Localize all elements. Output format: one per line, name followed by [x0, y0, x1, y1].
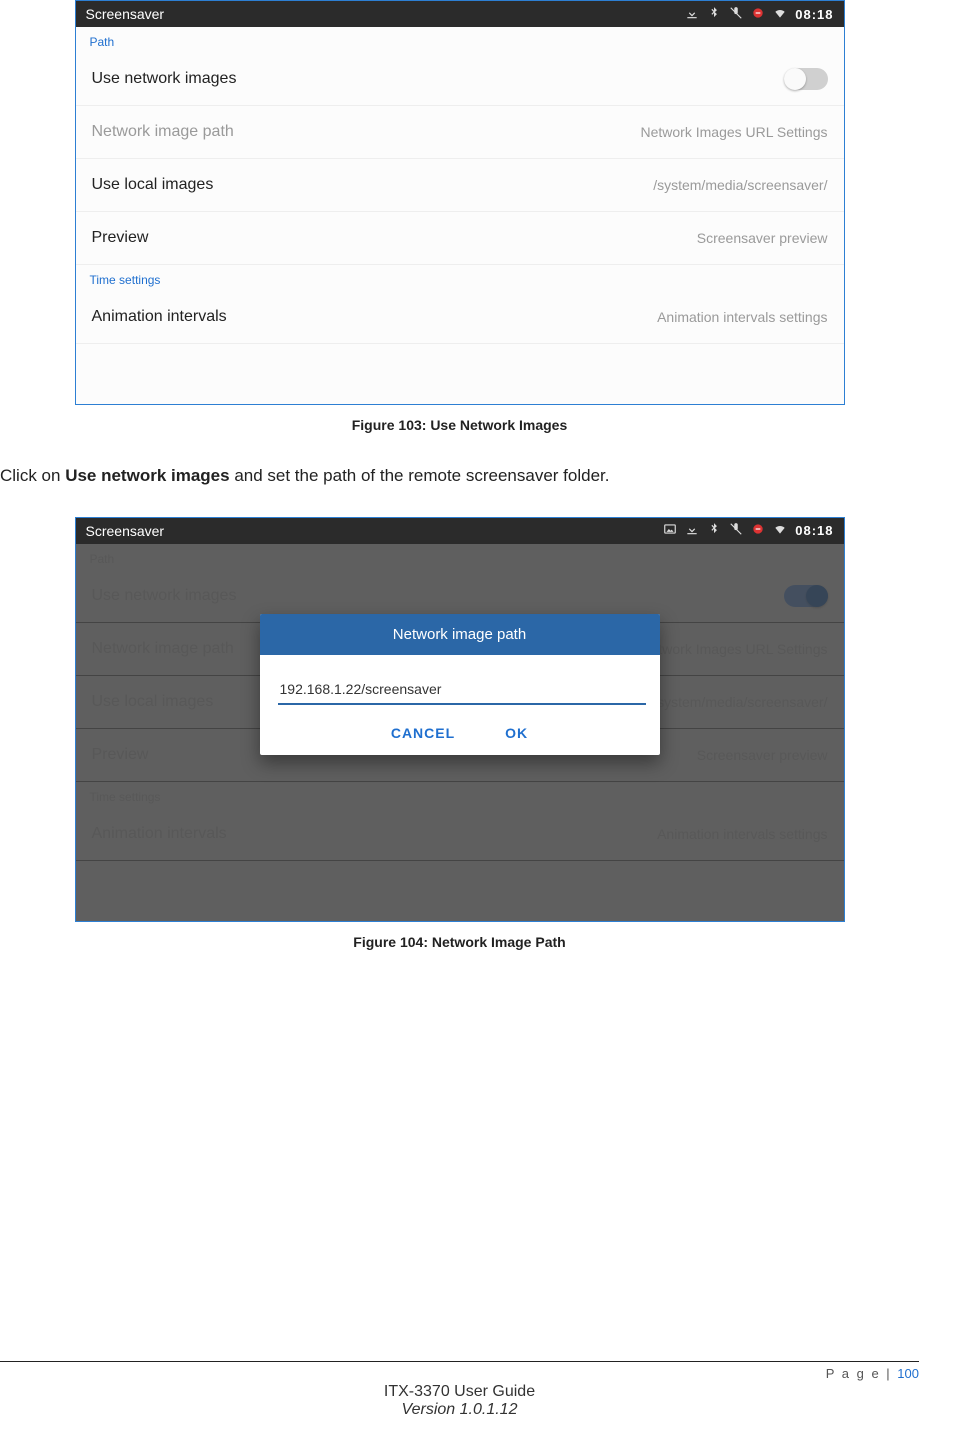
- row-value: /system/media/screensaver/: [653, 177, 827, 193]
- section-header-path: Path: [76, 27, 844, 53]
- row-use-local-images[interactable]: Use local images /system/media/screensav…: [76, 159, 844, 212]
- screenshot-use-network-images: Screensaver 08:18 Path Use network image…: [75, 0, 845, 405]
- ok-button[interactable]: OK: [505, 725, 528, 741]
- mic-mute-icon: [729, 522, 743, 539]
- clock-text: 08:18: [795, 523, 833, 538]
- row-preview[interactable]: Preview Screensaver preview: [76, 212, 844, 265]
- row-value: Animation intervals settings: [657, 309, 827, 325]
- wifi-icon: [773, 522, 787, 539]
- dialog-network-image-path: Network image path CANCEL OK: [260, 614, 660, 755]
- bluetooth-icon: [707, 522, 721, 539]
- footer-doc-title: ITX-3370 User Guide: [0, 1383, 919, 1401]
- footer-page-number: P a g e | 100: [0, 1366, 919, 1381]
- do-not-disturb-icon: [751, 522, 765, 539]
- instruction-text: Click on Use network images and set the …: [0, 463, 919, 489]
- row-value: Network Images URL Settings: [641, 124, 828, 140]
- dialog-title: Network image path: [260, 614, 660, 655]
- clock-text: 08:18: [795, 7, 833, 22]
- page-footer: P a g e | 100 ITX-3370 User Guide Versio…: [0, 1361, 919, 1419]
- figure-caption-104: Figure 104: Network Image Path: [75, 934, 845, 950]
- row-network-image-path[interactable]: Network image path Network Images URL Se…: [76, 106, 844, 159]
- section-header-time: Time settings: [76, 265, 844, 291]
- screen-title: Screensaver: [86, 6, 165, 22]
- footer-doc-version: Version 1.0.1.12: [0, 1401, 919, 1419]
- row-label: Animation intervals: [92, 308, 227, 326]
- row-label: Use network images: [92, 70, 237, 88]
- row-label: Network image path: [92, 123, 234, 141]
- android-status-bar: Screensaver 08:18: [76, 518, 844, 544]
- mic-mute-icon: [729, 6, 743, 23]
- row-use-network-images[interactable]: Use network images: [76, 53, 844, 106]
- row-value: Screensaver preview: [697, 230, 828, 246]
- row-label: Preview: [92, 229, 149, 247]
- row-label: Use local images: [92, 176, 214, 194]
- wifi-icon: [773, 6, 787, 23]
- android-status-bar: Screensaver 08:18: [76, 1, 844, 27]
- figure-caption-103: Figure 103: Use Network Images: [75, 417, 845, 433]
- row-animation-intervals[interactable]: Animation intervals Animation intervals …: [76, 291, 844, 344]
- screenshot-network-image-path: Screensaver 08:18 Path Use network image…: [75, 517, 845, 922]
- do-not-disturb-icon: [751, 6, 765, 23]
- download-icon: [685, 522, 699, 539]
- network-path-input[interactable]: [278, 677, 646, 705]
- footer-rule: [0, 1361, 919, 1362]
- download-icon: [685, 6, 699, 23]
- image-icon: [663, 522, 677, 539]
- toggle-use-network-images[interactable]: [784, 68, 828, 90]
- screen-title: Screensaver: [86, 523, 165, 539]
- bluetooth-icon: [707, 6, 721, 23]
- cancel-button[interactable]: CANCEL: [391, 725, 455, 741]
